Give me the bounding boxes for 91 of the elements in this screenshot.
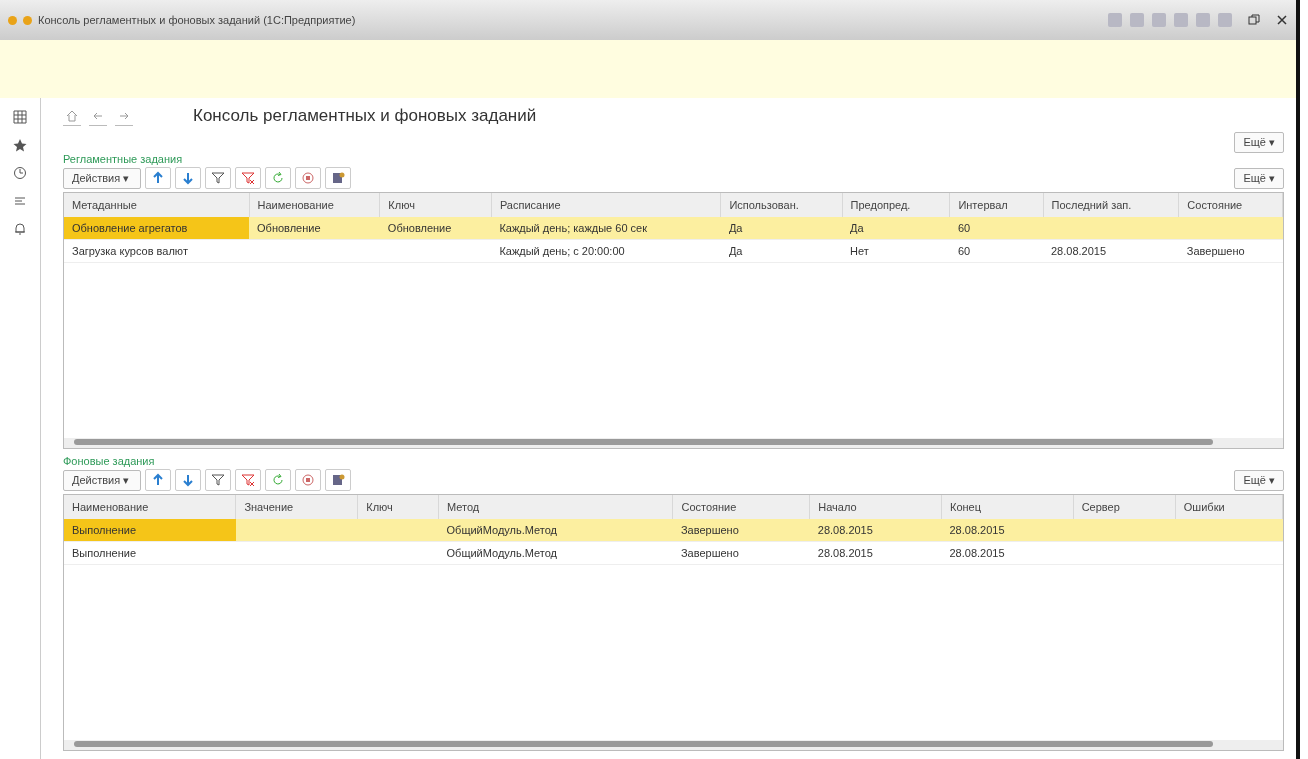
stop-button[interactable] <box>295 167 321 189</box>
table-cell: Каждый день; с 20:00:00 <box>499 245 625 257</box>
filter-icon <box>211 171 225 185</box>
arrow-up-icon <box>151 171 165 185</box>
table-cell: Нет <box>850 245 869 257</box>
table-cell: 28.08.2015 <box>949 547 1005 559</box>
table-cell: 28.08.2015 <box>817 547 873 559</box>
refresh-icon <box>271 171 285 185</box>
table-row[interactable]: Загрузка курсов валют Каждый день; с 20:00:00 Да Нет 60 28.08.2015 Завершено <box>64 239 1283 263</box>
column-header[interactable]: Состояние <box>672 495 810 519</box>
column-header[interactable]: Конец <box>941 495 1074 519</box>
table-cell: ОбщийМодуль.Метод <box>446 547 558 559</box>
close-icon[interactable] <box>1276 14 1288 26</box>
more-button[interactable]: Ещё ▾ <box>1234 132 1284 153</box>
table-cell: Выполнение <box>72 524 137 536</box>
arrow-down-icon <box>181 171 195 185</box>
actions-button[interactable]: Действия ▾ <box>63 469 141 491</box>
table-row[interactable]: Выполнение ОбщийМодуль.Метод Завершено 28.08.2015 28.08.2015 <box>64 519 1283 542</box>
clock-icon[interactable] <box>13 166 27 180</box>
section-title: Фоновые задания <box>63 455 156 467</box>
stop-button[interactable] <box>295 469 321 491</box>
table-row[interactable]: Обновление агрегатов Обновление Обновление Каждый день; каждые 60 сек Да Да 60 <box>64 217 1283 240</box>
restore-icon[interactable] <box>1248 14 1260 26</box>
star-icon[interactable] <box>13 138 27 152</box>
refresh-icon <box>271 473 285 487</box>
arrow-up-button[interactable] <box>145 167 171 189</box>
table-cell: 28.08.2015 <box>817 524 873 536</box>
table-cell: Да <box>850 222 864 234</box>
scrollbar[interactable] <box>64 740 1283 750</box>
page-title: Консоль регламентных и фоновых заданий <box>193 106 537 126</box>
column-header[interactable]: Сервер <box>1073 495 1176 519</box>
arrow-down-icon <box>181 473 195 487</box>
more-button[interactable]: Ещё ▾ <box>1234 469 1284 491</box>
column-header[interactable]: Ошибки <box>1175 495 1283 519</box>
column-header[interactable]: Использован. <box>720 193 843 217</box>
table-row[interactable]: Выполнение ОбщийМодуль.Метод Завершено 28.08.2015 28.08.2015 <box>64 541 1283 565</box>
column-header[interactable]: Метод <box>438 495 673 519</box>
settings-button[interactable] <box>325 469 351 491</box>
filter-icon <box>211 473 225 487</box>
table-cell: Да <box>728 245 743 257</box>
table-cell: Да <box>728 222 743 234</box>
window-title: Консоль регламентных и фоновых заданий (1С:Предприятие) <box>38 14 356 26</box>
grid-icon[interactable] <box>13 110 27 124</box>
settings-button[interactable] <box>325 167 351 189</box>
column-header[interactable]: Наименование <box>249 193 380 217</box>
more-button[interactable]: Ещё ▾ <box>1234 167 1284 189</box>
filter-clear-icon <box>241 473 255 487</box>
arrow-down-button[interactable] <box>175 469 201 491</box>
table-cell: Загрузка курсов валют <box>72 245 188 257</box>
settings-icon <box>331 473 345 487</box>
table-cell: Обновление <box>387 222 452 234</box>
filter-clear-button[interactable] <box>235 469 261 491</box>
table-cell: Завершено <box>680 547 739 559</box>
column-header[interactable]: Расписание <box>491 193 721 217</box>
filter-clear-button[interactable] <box>235 167 261 189</box>
table-cell: Обновление <box>257 222 321 234</box>
column-header[interactable]: Состояние <box>1178 193 1283 217</box>
table-cell: Выполнение <box>72 547 137 559</box>
column-header[interactable]: Метаданные <box>64 193 250 217</box>
arrow-up-icon <box>151 473 165 487</box>
refresh-button[interactable] <box>265 167 291 189</box>
table-cell: Завершено <box>680 524 739 536</box>
stop-icon <box>301 473 315 487</box>
filter-button[interactable] <box>205 167 231 189</box>
column-header[interactable]: Интервал <box>949 193 1043 217</box>
table-cell: ОбщийМодуль.Метод <box>446 524 558 536</box>
column-header[interactable]: Наименование <box>64 495 236 519</box>
scrollbar[interactable] <box>64 438 1283 448</box>
stop-icon <box>301 171 315 185</box>
column-header[interactable]: Последний зап. <box>1043 193 1179 217</box>
column-header[interactable]: Ключ <box>379 193 492 217</box>
filter-button[interactable] <box>205 469 231 491</box>
table-cell: Завершено <box>1186 245 1245 257</box>
table-cell: 60 <box>957 245 971 257</box>
column-header[interactable]: Начало <box>809 495 942 519</box>
section-title: Регламентные задания <box>63 153 184 165</box>
column-header[interactable]: Значение <box>235 495 358 519</box>
bell-icon[interactable] <box>13 222 27 236</box>
actions-button[interactable]: Действия ▾ <box>63 167 141 189</box>
column-header[interactable]: Ключ <box>357 495 439 519</box>
table-cell: 28.08.2015 <box>949 524 1005 536</box>
refresh-button[interactable] <box>265 469 291 491</box>
table-cell: Каждый день; каждые 60 сек <box>499 222 647 234</box>
table-cell: Обновление агрегатов <box>72 222 188 234</box>
column-header[interactable]: Предопред. <box>842 193 950 217</box>
table-cell: 28.08.2015 <box>1051 245 1107 257</box>
settings-icon <box>331 171 345 185</box>
filter-clear-icon <box>241 171 255 185</box>
table-cell: 60 <box>957 222 971 234</box>
arrow-up-button[interactable] <box>145 469 171 491</box>
arrow-down-button[interactable] <box>175 167 201 189</box>
